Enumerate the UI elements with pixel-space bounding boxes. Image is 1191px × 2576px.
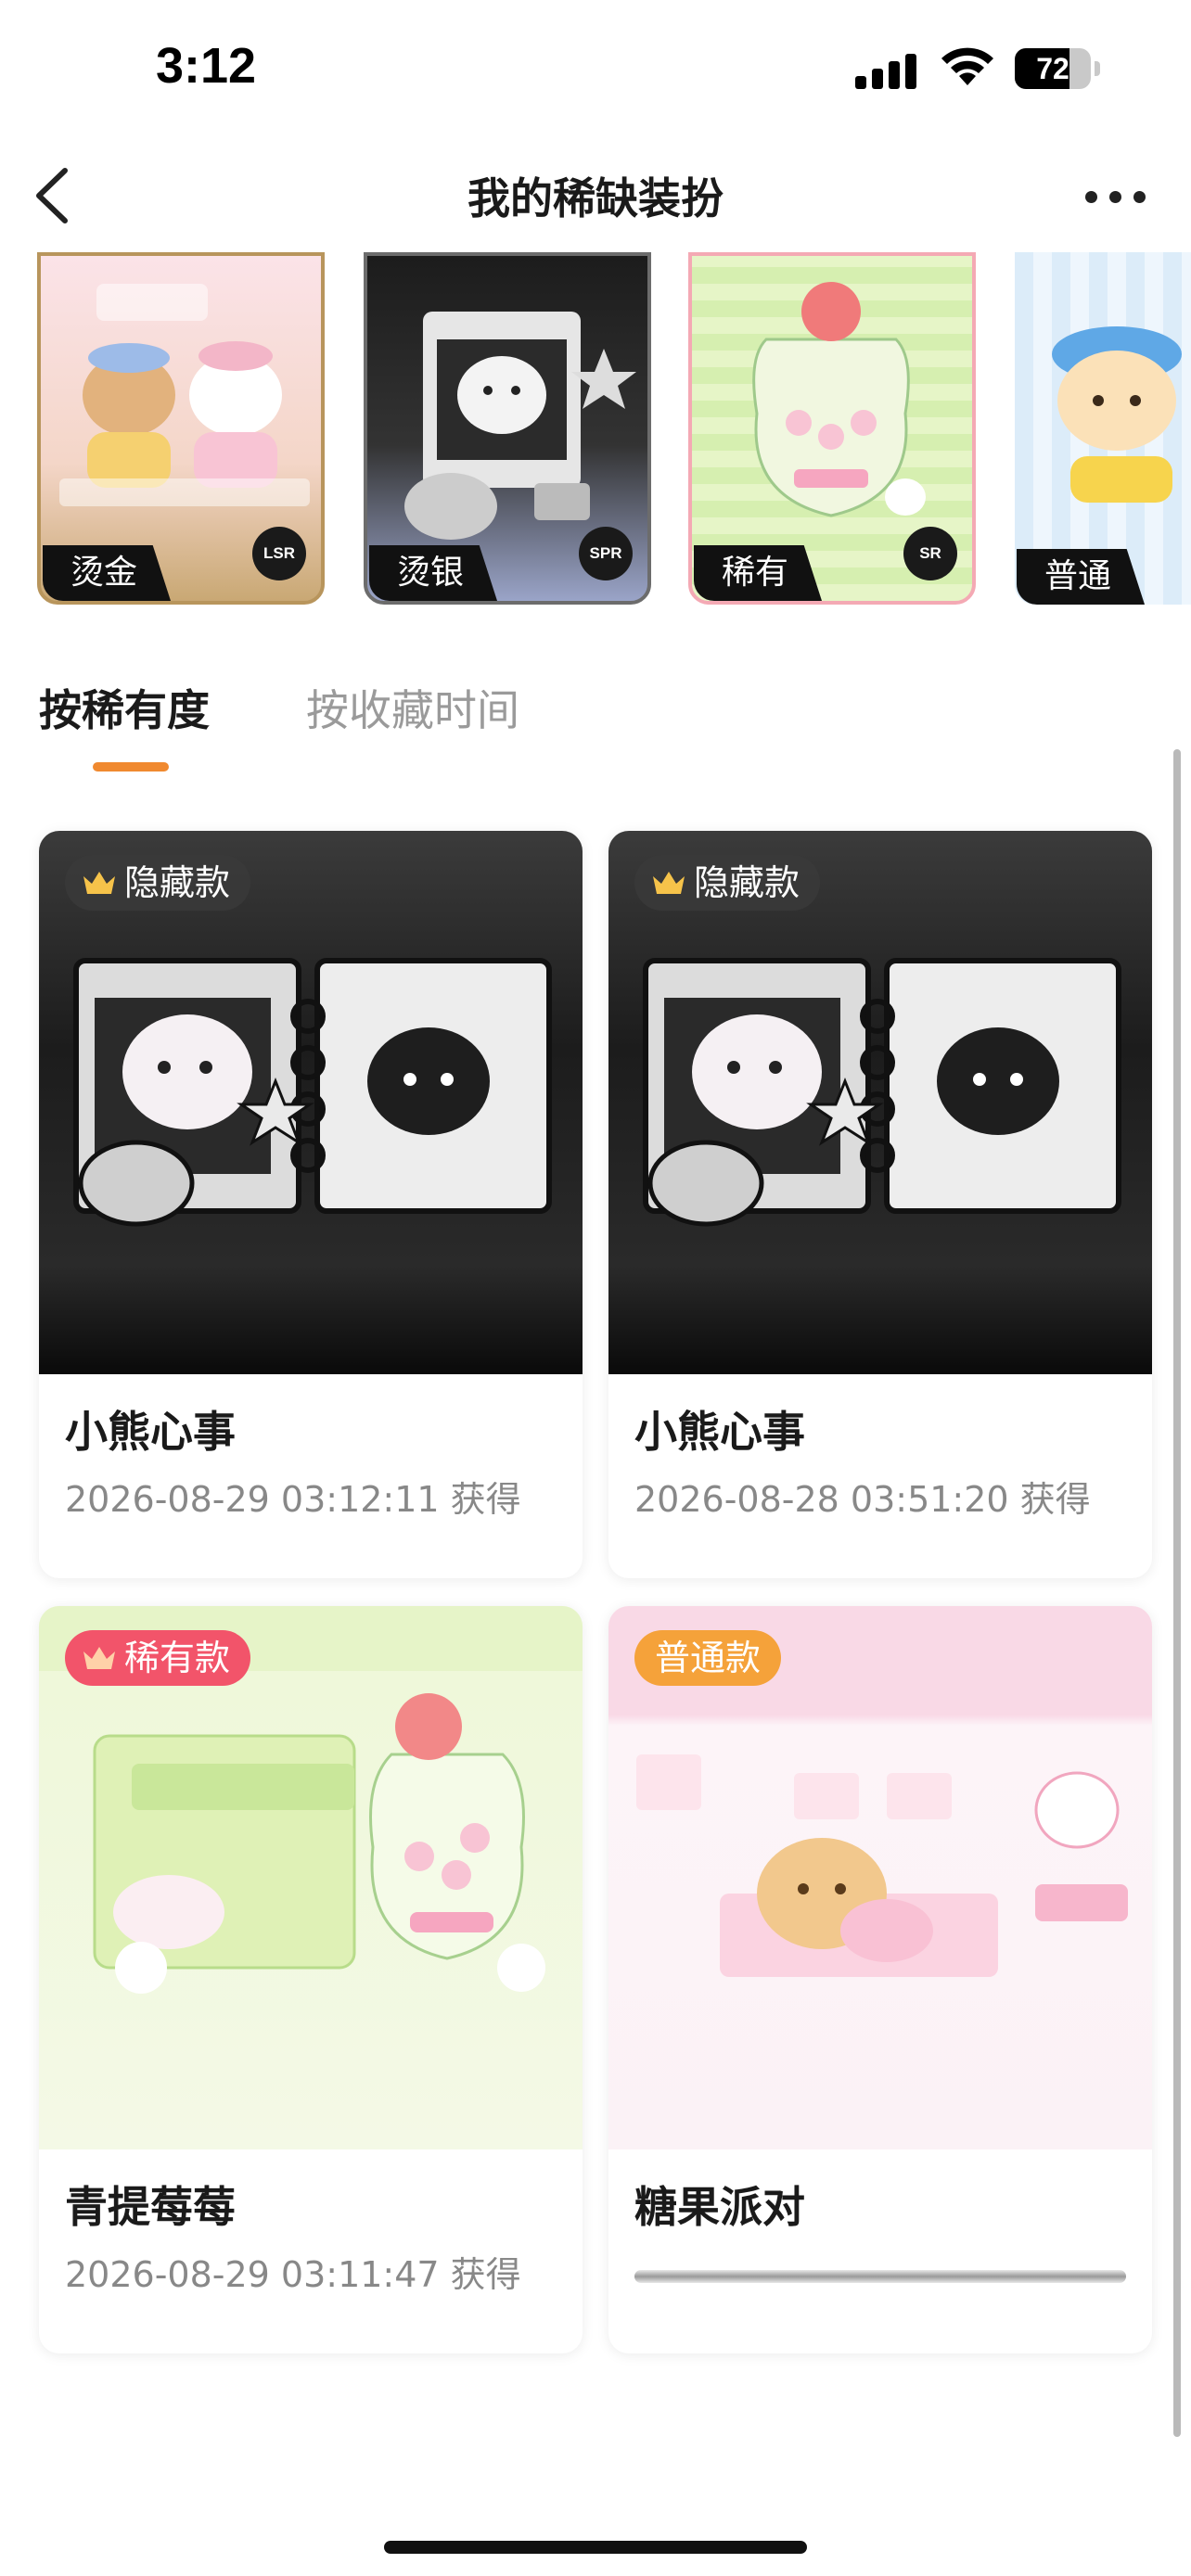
skin-card[interactable]: 隐藏款 小熊心事 2026-08-28 03:51:20 获得 — [608, 831, 1152, 1578]
rarity-pill-label: 隐藏款 — [124, 862, 231, 903]
carousel-card-rare[interactable]: 稀有 SR — [688, 252, 976, 605]
rarity-pill-label: 稀有款 — [124, 1638, 231, 1678]
navigation-bar: 我的稀缺装扮 — [0, 139, 1191, 250]
crown-icon — [83, 1647, 115, 1669]
card-date: 2026-08-29 03:12:11 获得 — [65, 1479, 521, 1520]
rarity-pill: 隐藏款 — [634, 855, 821, 911]
more-icon[interactable] — [1085, 184, 1152, 206]
wifi-icon — [941, 47, 993, 85]
rarity-pill: 稀有款 — [65, 1630, 251, 1686]
card-image — [39, 831, 583, 1374]
tab-indicator — [93, 762, 169, 772]
crown-icon — [653, 872, 685, 894]
card-date: 2026-08-28 03:51:20 获得 — [634, 1479, 1091, 1520]
skin-card[interactable]: 普通款 糖果派对 — [608, 1606, 1152, 2353]
rarity-pill-label: 普通款 — [655, 1638, 762, 1678]
card-name: 糖果派对 — [634, 2182, 805, 2232]
tab-collect-time[interactable]: 按收藏时间 — [306, 677, 519, 738]
rarity-pill-label: 隐藏款 — [694, 862, 800, 903]
skin-card[interactable]: 稀有款 青提莓莓 2026-08-29 03:11:47 获得 — [39, 1606, 583, 2353]
card-date: 2026-08-29 03:11:47 获得 — [65, 2254, 521, 2295]
rarity-tag: 稀有 — [694, 545, 823, 601]
skin-card[interactable]: 隐藏款 小熊心事 2026-08-29 03:12:11 获得 — [39, 831, 583, 1578]
rarity-tag: 普通 — [1017, 549, 1146, 605]
carousel-card-gold[interactable]: 烫金 LSR — [37, 252, 325, 605]
tab-rarity[interactable]: 按稀有度 — [39, 677, 210, 738]
skin-carousel[interactable]: 烫金 LSR 烫银 SPR 稀有 SR 普通 — [0, 252, 1191, 605]
candy-party-illustration — [636, 1754, 1128, 1977]
card-name: 青提莓莓 — [65, 2182, 236, 2232]
rarity-tag: 烫金 — [43, 545, 172, 601]
rarity-tag: 烫银 — [369, 545, 498, 601]
rarity-badge: SPR — [579, 527, 633, 580]
signal-icon — [855, 54, 916, 89]
card-image — [39, 1606, 583, 2149]
date-loading-placeholder — [634, 2270, 1126, 2283]
card-name: 小熊心事 — [634, 1407, 805, 1457]
status-bar: 3:12 72 — [0, 0, 1191, 139]
notebook-illustration — [73, 958, 552, 1227]
rarity-pill: 隐藏款 — [65, 855, 251, 911]
status-time: 3:12 — [156, 38, 257, 94]
jar-illustration — [39, 1606, 583, 1994]
card-name: 小熊心事 — [65, 1407, 236, 1457]
page-title: 我的稀缺装扮 — [467, 173, 724, 223]
battery-icon: 72 — [1015, 48, 1100, 89]
home-indicator[interactable] — [384, 2541, 807, 2554]
rarity-pill: 普通款 — [634, 1630, 782, 1686]
scrollbar[interactable] — [1173, 749, 1181, 2437]
card-image — [608, 831, 1152, 1374]
crown-icon — [83, 872, 115, 894]
notebook-illustration — [643, 958, 1121, 1227]
sort-tabs: 按稀有度 按收藏时间 — [39, 677, 781, 779]
battery-level-text: 72 — [1036, 52, 1069, 85]
rarity-badge: SR — [903, 527, 957, 580]
carousel-card-silver[interactable]: 烫银 SPR — [364, 252, 651, 605]
carousel-card-common[interactable]: 普通 — [1015, 252, 1191, 605]
card-image — [608, 1606, 1152, 2149]
rarity-badge: LSR — [252, 527, 306, 580]
